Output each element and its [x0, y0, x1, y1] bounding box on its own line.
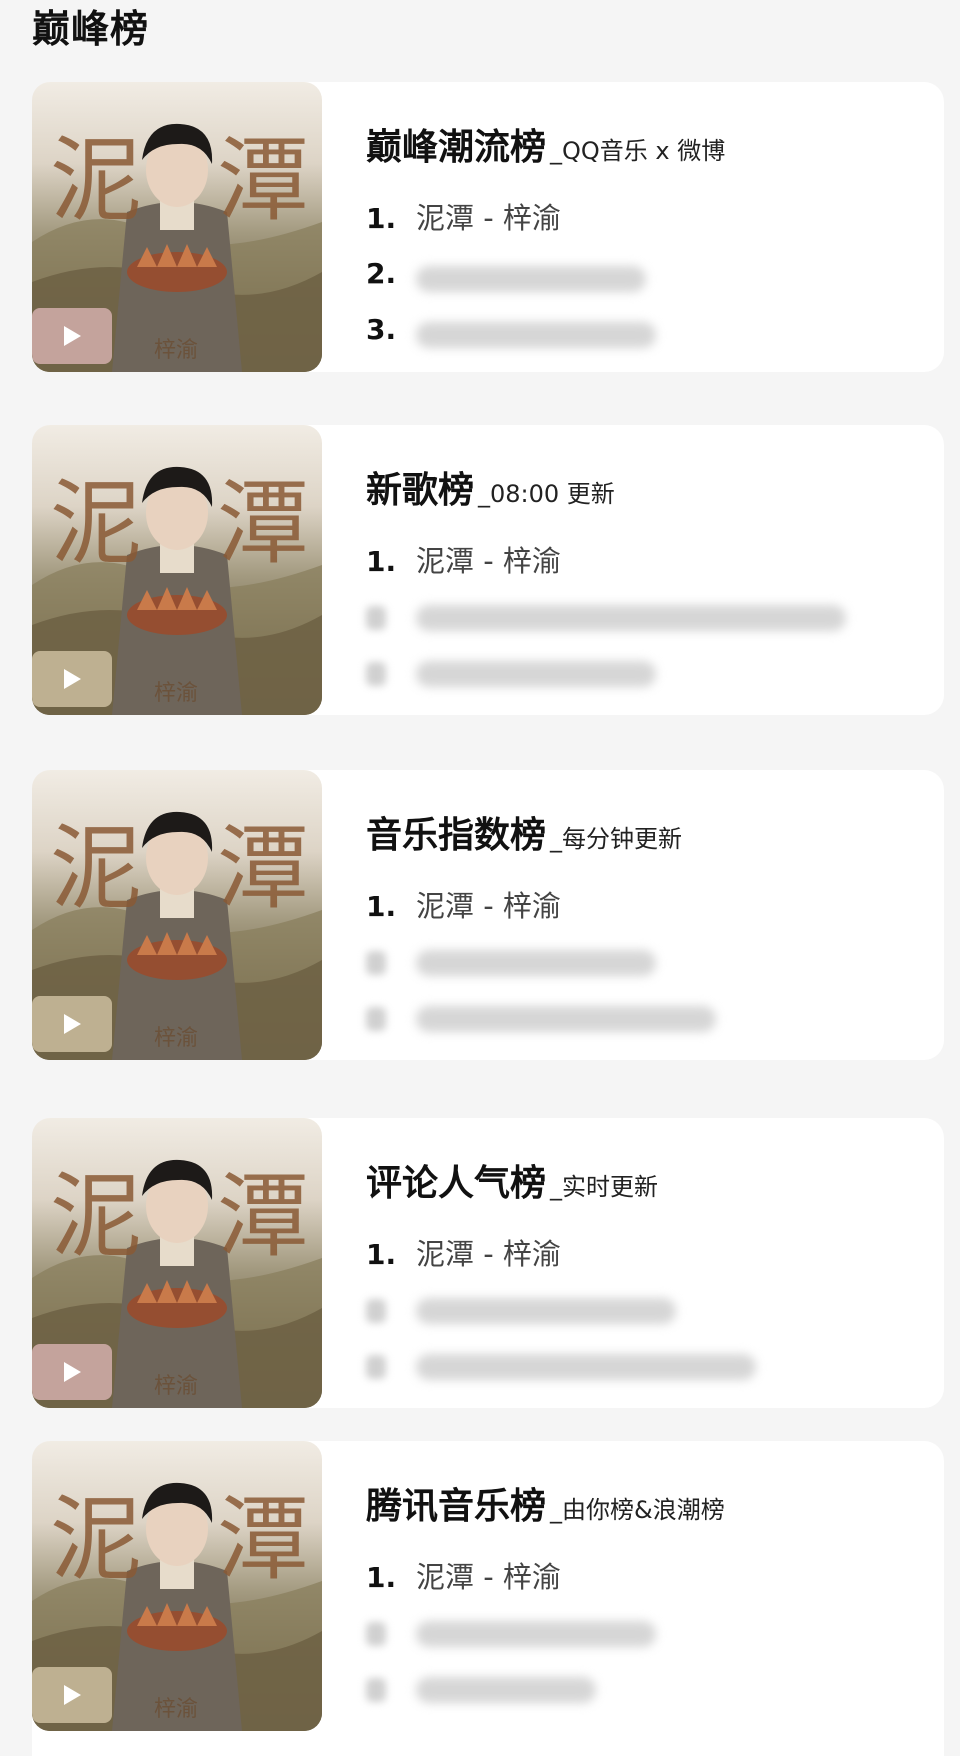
- chart-card-peak-trend[interactable]: 泥 潭 梓渝 巅峰潮流榜 _QQ音乐 x 微博 1. 泥潭 - 梓渝 2. 3.: [32, 82, 944, 372]
- track-rank: 1.: [366, 202, 397, 235]
- chart-name: 巅峰潮流榜: [366, 127, 547, 168]
- svg-text:潭: 潭: [217, 1163, 309, 1270]
- album-cover[interactable]: 泥 潭 梓渝: [32, 82, 322, 372]
- track-row[interactable]: 1. 泥潭 - 梓渝: [366, 886, 561, 926]
- blurred-track-rank: [366, 605, 386, 630]
- chart-name: 新歌榜: [366, 470, 475, 511]
- blurred-track-title: [416, 1620, 656, 1647]
- chart-subtitle: _QQ音乐 x 微博: [550, 137, 726, 165]
- track-title: 泥潭 - 梓渝: [416, 1237, 561, 1271]
- blurred-track-rank: [366, 661, 386, 686]
- svg-text:潭: 潭: [217, 127, 309, 234]
- play-button[interactable]: [32, 1344, 112, 1400]
- track-row[interactable]: [366, 998, 716, 1038]
- track-row[interactable]: [366, 653, 656, 693]
- svg-text:泥: 泥: [50, 470, 142, 577]
- chart-name: 腾讯音乐榜: [366, 1486, 547, 1527]
- track-row[interactable]: 2.: [366, 254, 646, 294]
- track-rank: 1.: [366, 1561, 397, 1594]
- blurred-track-rank: [366, 1354, 386, 1379]
- svg-text:梓渝: 梓渝: [154, 681, 198, 706]
- svg-text:泥: 泥: [50, 1486, 142, 1593]
- chart-title: 评论人气榜 _实时更新: [366, 1154, 658, 1206]
- play-icon: [64, 669, 81, 689]
- album-cover[interactable]: 泥 潭 梓渝: [32, 770, 322, 1060]
- play-icon: [64, 1362, 81, 1382]
- chart-name: 评论人气榜: [366, 1163, 547, 1204]
- track-rank: 2.: [366, 257, 397, 290]
- track-row[interactable]: 1. 泥潭 - 梓渝: [366, 1557, 561, 1597]
- track-title: 泥潭 - 梓渝: [416, 1560, 561, 1594]
- chart-card-music-index[interactable]: 泥 潭 梓渝 音乐指数榜 _每分钟更新 1. 泥潭 - 梓渝: [32, 770, 944, 1060]
- svg-text:泥: 泥: [50, 127, 142, 234]
- album-cover[interactable]: 泥 潭 梓渝: [32, 1441, 322, 1731]
- track-row[interactable]: [366, 1669, 596, 1709]
- svg-text:潭: 潭: [217, 470, 309, 577]
- blurred-track-title: [416, 1676, 596, 1703]
- track-rank: 1.: [366, 890, 397, 923]
- blurred-track-title: [416, 1005, 716, 1032]
- track-title: 泥潭 - 梓渝: [416, 201, 561, 235]
- play-icon: [64, 1685, 81, 1705]
- chart-subtitle: _由你榜&浪潮榜: [550, 1496, 725, 1524]
- blurred-track-title: [416, 1297, 676, 1324]
- svg-text:梓渝: 梓渝: [154, 338, 198, 363]
- blurred-track-rank: [366, 1677, 386, 1702]
- track-row[interactable]: 1. 泥潭 - 梓渝: [366, 198, 561, 238]
- play-button[interactable]: [32, 651, 112, 707]
- play-icon: [64, 326, 81, 346]
- blurred-track-title: [416, 265, 646, 292]
- track-rank: 1.: [366, 545, 397, 578]
- blurred-track-title: [416, 1353, 756, 1380]
- track-rank: 3.: [366, 313, 397, 346]
- chart-subtitle: _08:00 更新: [478, 480, 615, 508]
- svg-text:梓渝: 梓渝: [154, 1697, 198, 1722]
- chart-card-comment-popularity[interactable]: 泥 潭 梓渝 评论人气榜 _实时更新 1. 泥潭 - 梓渝: [32, 1118, 944, 1408]
- album-cover[interactable]: 泥 潭 梓渝: [32, 1118, 322, 1408]
- track-rank: 1.: [366, 1238, 397, 1271]
- chart-title: 音乐指数榜 _每分钟更新: [366, 806, 682, 858]
- blurred-track-rank: [366, 950, 386, 975]
- svg-text:梓渝: 梓渝: [154, 1026, 198, 1051]
- chart-card-new-songs[interactable]: 泥 潭 梓渝 新歌榜 _08:00 更新 1. 泥潭 - 梓渝: [32, 425, 944, 715]
- album-cover[interactable]: 泥 潭 梓渝: [32, 425, 322, 715]
- blurred-track-rank: [366, 1298, 386, 1323]
- track-row[interactable]: [366, 597, 846, 637]
- chart-card-tencent-music[interactable]: 泥 潭 梓渝 腾讯音乐榜 _由你榜&浪潮榜 1. 泥潭 - 梓渝: [32, 1441, 944, 1756]
- svg-text:泥: 泥: [50, 1163, 142, 1270]
- svg-text:梓渝: 梓渝: [154, 1374, 198, 1399]
- blurred-track-title: [416, 604, 846, 631]
- svg-text:泥: 泥: [50, 815, 142, 922]
- track-title: 泥潭 - 梓渝: [416, 889, 561, 923]
- play-icon: [64, 1014, 81, 1034]
- blurred-track-rank: [366, 1621, 386, 1646]
- track-row[interactable]: [366, 1346, 756, 1386]
- blurred-track-rank: [366, 1006, 386, 1031]
- track-row[interactable]: [366, 942, 656, 982]
- chart-title: 巅峰潮流榜 _QQ音乐 x 微博: [366, 118, 725, 170]
- play-button[interactable]: [32, 308, 112, 364]
- chart-subtitle: _实时更新: [550, 1173, 659, 1201]
- play-button[interactable]: [32, 996, 112, 1052]
- track-row[interactable]: 1. 泥潭 - 梓渝: [366, 1234, 561, 1274]
- chart-name: 音乐指数榜: [366, 815, 547, 856]
- blurred-track-title: [416, 949, 656, 976]
- svg-text:潭: 潭: [217, 815, 309, 922]
- blurred-track-title: [416, 321, 656, 348]
- play-button[interactable]: [32, 1667, 112, 1723]
- svg-text:潭: 潭: [217, 1486, 309, 1593]
- track-row[interactable]: [366, 1290, 676, 1330]
- blurred-track-title: [416, 660, 656, 687]
- track-title: 泥潭 - 梓渝: [416, 544, 561, 578]
- chart-title: 腾讯音乐榜 _由你榜&浪潮榜: [366, 1477, 725, 1529]
- chart-subtitle: _每分钟更新: [550, 825, 683, 853]
- track-row[interactable]: [366, 1613, 656, 1653]
- track-row[interactable]: 1. 泥潭 - 梓渝: [366, 541, 561, 581]
- track-row[interactable]: 3.: [366, 310, 656, 350]
- page-title: 巅峰榜: [32, 7, 150, 51]
- chart-title: 新歌榜 _08:00 更新: [366, 461, 615, 513]
